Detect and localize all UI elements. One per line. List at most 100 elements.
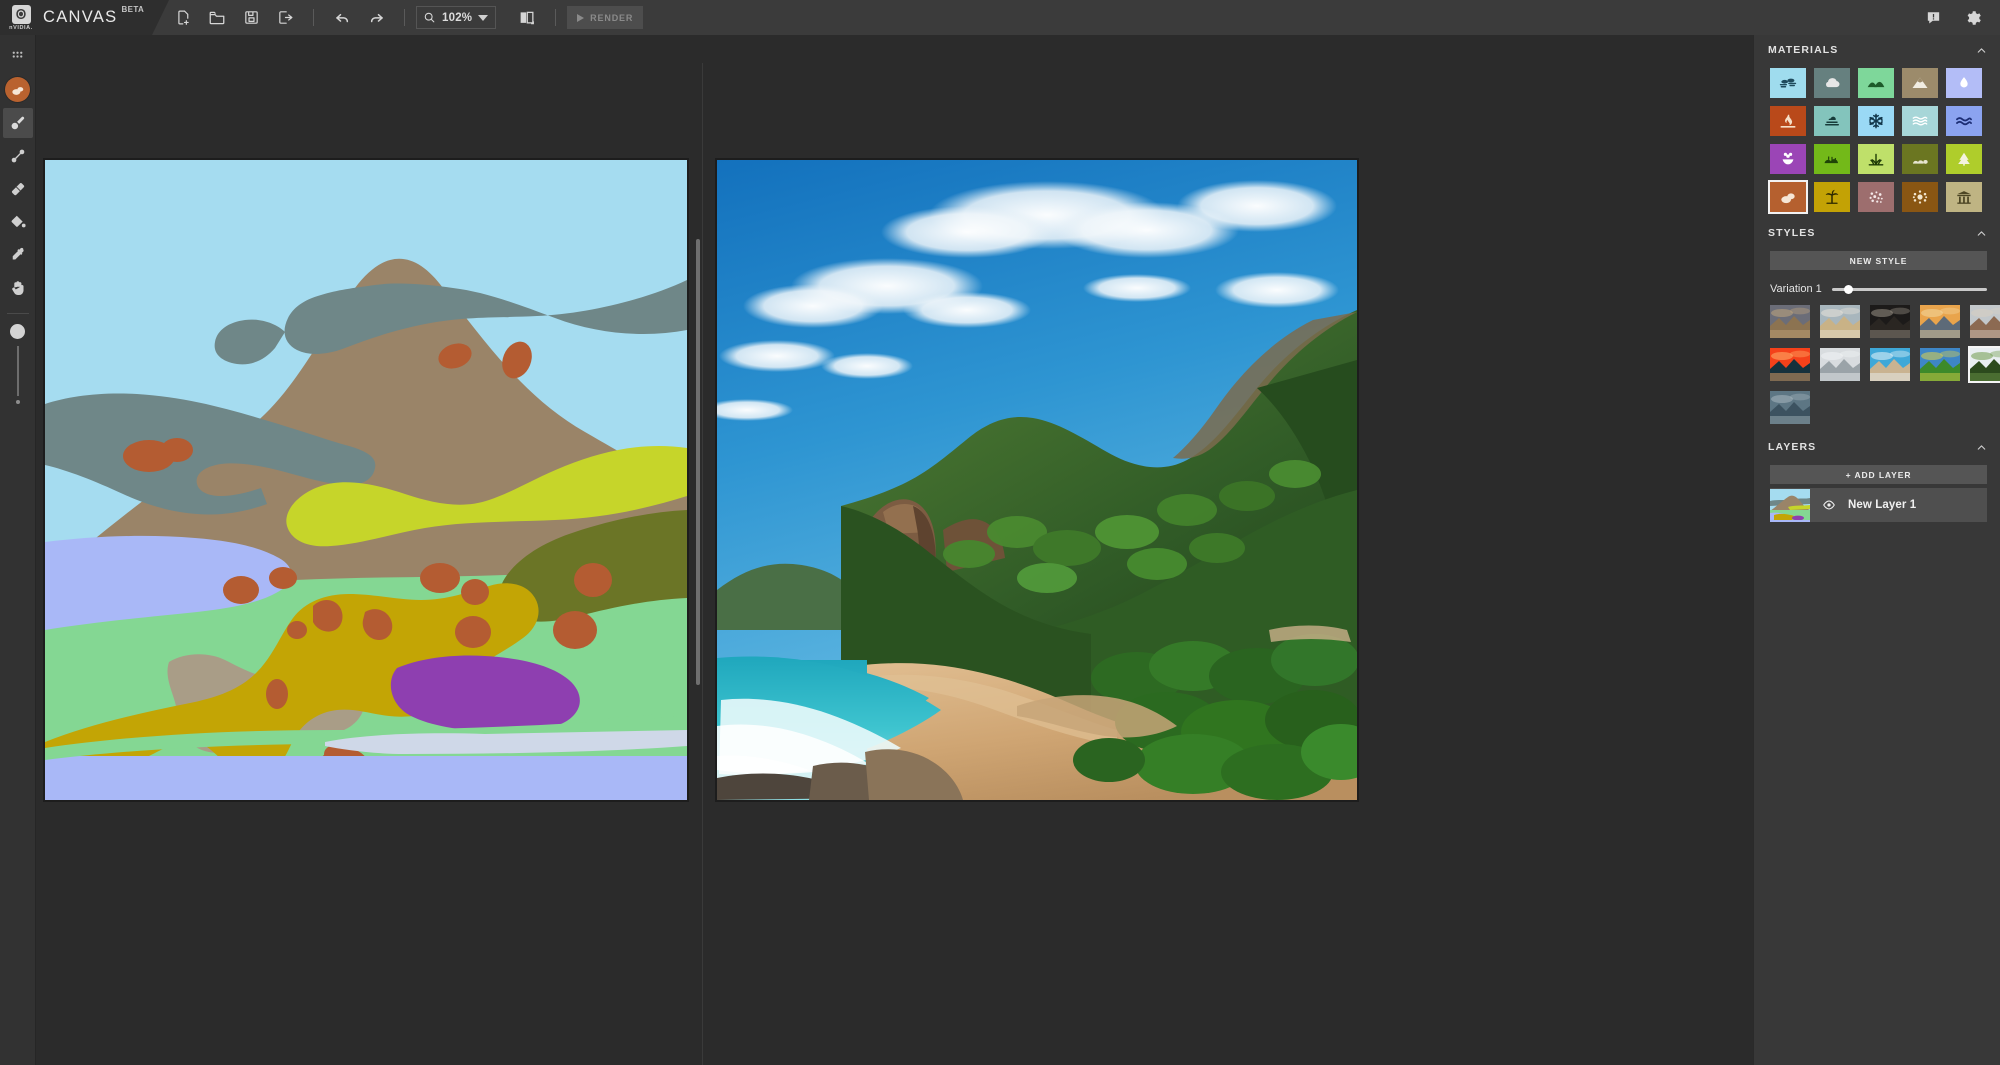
material-ruins[interactable] (1946, 182, 1982, 212)
snowflake-icon (1866, 111, 1886, 131)
eyedropper-tool[interactable] (3, 240, 33, 270)
paintbrush-tool[interactable] (3, 108, 33, 138)
new-image-button[interactable] (166, 0, 200, 35)
rendered-preview[interactable] (715, 158, 1359, 802)
save-image-button[interactable] (234, 0, 268, 35)
search-icon (423, 11, 436, 24)
material-fog[interactable] (1814, 106, 1850, 136)
water-drop-icon (1954, 73, 1974, 93)
segmentation-canvas[interactable] (43, 158, 689, 802)
style-misty-mountains[interactable] (1770, 391, 1810, 424)
feedback-icon (1925, 9, 1942, 26)
eraser-icon (9, 180, 27, 198)
divider (404, 9, 405, 26)
style-snow-peaks[interactable] (1820, 305, 1860, 338)
main-body: MATERIALS STYLES NEW STYLE Variation 1 (0, 35, 2000, 1065)
render-button-label: RENDER (590, 13, 633, 23)
material-grid-button[interactable] (3, 41, 33, 71)
open-image-button[interactable] (200, 0, 234, 35)
material-sand-tree[interactable] (1814, 182, 1850, 212)
material-mountain[interactable] (1902, 68, 1938, 98)
dirt-icon (1910, 187, 1930, 207)
sea-icon (1954, 111, 1974, 131)
eraser-tool[interactable] (3, 174, 33, 204)
material-cloud[interactable] (1814, 68, 1850, 98)
nvidia-eye-icon (12, 5, 31, 24)
style-winter-grey[interactable] (1820, 348, 1860, 381)
materials-grid (1754, 65, 2000, 218)
split-panel-icon (518, 9, 536, 27)
material-hill[interactable] (1858, 68, 1894, 98)
material-fire[interactable] (1770, 106, 1806, 136)
layer-thumbnail-image (1770, 489, 1810, 522)
style-tropical-beach[interactable] (1870, 348, 1910, 381)
style-cave-arch[interactable] (1870, 305, 1910, 338)
zoom-control[interactable]: 102% (416, 6, 496, 29)
brush-size-knob[interactable] (10, 324, 25, 339)
material-snow[interactable] (1858, 106, 1894, 136)
material-water[interactable] (1946, 68, 1982, 98)
rock-icon (10, 82, 26, 98)
fill-tool[interactable] (3, 207, 33, 237)
hand-icon (9, 279, 27, 297)
style-thumbnail-image (1820, 348, 1860, 381)
brush-size-slider[interactable] (10, 324, 25, 404)
canvas-scrollbar[interactable] (696, 239, 700, 685)
style-golden-lake[interactable] (1920, 305, 1960, 338)
material-sea[interactable] (1946, 106, 1982, 136)
paint-bucket-icon (9, 213, 27, 231)
style-thumbnail-image (1970, 305, 2000, 338)
redo-button[interactable] (359, 0, 393, 35)
material-rock[interactable] (1770, 182, 1806, 212)
feedback-button[interactable] (1916, 0, 1950, 35)
canvas-work-area[interactable] (36, 35, 1753, 1065)
material-grass[interactable] (1858, 144, 1894, 174)
dots-grid-icon (10, 49, 25, 64)
undo-button[interactable] (325, 0, 359, 35)
material-river[interactable] (1902, 106, 1938, 136)
render-button[interactable]: RENDER (567, 6, 643, 29)
style-alpine-meadow[interactable] (1920, 348, 1960, 381)
material-tree[interactable] (1946, 144, 1982, 174)
chevron-up-icon[interactable] (1975, 44, 1988, 57)
split-view-toggle[interactable] (510, 0, 544, 35)
flower-icon (1778, 149, 1798, 169)
rock-icon (1778, 187, 1798, 207)
material-dirt[interactable] (1902, 182, 1938, 212)
material-gravel[interactable] (1858, 182, 1894, 212)
variation-slider[interactable] (1832, 283, 1987, 295)
pan-tool[interactable] (3, 273, 33, 303)
segmentation-artwork (45, 160, 687, 800)
style-ocean-sunset[interactable] (1770, 348, 1810, 381)
style-rock-cliff[interactable] (1970, 305, 2000, 338)
brush-size-track[interactable] (17, 346, 19, 396)
gear-icon (1964, 9, 1982, 27)
material-sky[interactable] (1770, 68, 1806, 98)
style-green-island[interactable] (1970, 348, 2000, 381)
material-bush[interactable] (1814, 144, 1850, 174)
layer-visibility-toggle[interactable] (1810, 498, 1848, 512)
layers-section-header[interactable]: LAYERS (1754, 432, 2000, 462)
variation-slider-knob[interactable] (1844, 285, 1853, 294)
materials-section-header[interactable]: MATERIALS (1754, 35, 2000, 65)
line-tool[interactable] (3, 141, 33, 171)
variation-slider-track[interactable] (1832, 288, 1987, 291)
style-thumbnail-image (1770, 305, 1810, 338)
chevron-up-icon[interactable] (1975, 227, 1988, 240)
layer-row[interactable]: New Layer 1 (1770, 488, 1987, 522)
material-flower[interactable] (1770, 144, 1806, 174)
settings-button[interactable] (1956, 0, 1990, 35)
fog-icon (1822, 111, 1842, 131)
add-layer-button[interactable]: + ADD LAYER (1770, 465, 1987, 484)
eyedropper-icon (9, 246, 27, 264)
zoom-level-value: 102% (442, 12, 472, 24)
chevron-up-icon[interactable] (1975, 441, 1988, 454)
new-style-button[interactable]: NEW STYLE (1770, 251, 1987, 270)
material-shrub[interactable] (1902, 144, 1938, 174)
layer-thumbnail (1770, 489, 1810, 522)
style-thumbnail-image (1870, 348, 1910, 381)
current-material-swatch[interactable] (5, 77, 30, 102)
style-desert-dusk[interactable] (1770, 305, 1810, 338)
export-image-button[interactable] (268, 0, 302, 35)
styles-section-header[interactable]: STYLES (1754, 218, 2000, 248)
